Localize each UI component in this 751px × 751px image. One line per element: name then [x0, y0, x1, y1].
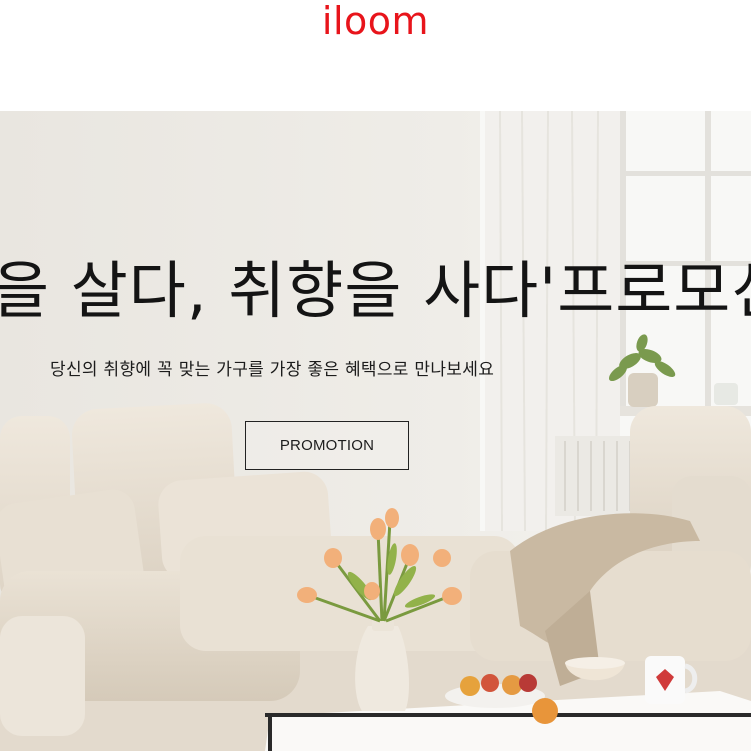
hero-banner: 을 살다, 취향을 사다'프로모션 당신의 취향에 꼭 맞는 가구를 가장 좋은… [0, 111, 751, 751]
site-header: iloom [0, 0, 751, 111]
brand-logo[interactable]: iloom [0, 0, 751, 42]
hero-subtitle: 당신의 취향에 꼭 맞는 가구를 가장 좋은 혜택으로 만나보세요 [50, 360, 495, 380]
hero-title: 을 살다, 취향을 사다'프로모션 [0, 254, 751, 327]
promotion-button[interactable]: PROMOTION [245, 421, 409, 470]
